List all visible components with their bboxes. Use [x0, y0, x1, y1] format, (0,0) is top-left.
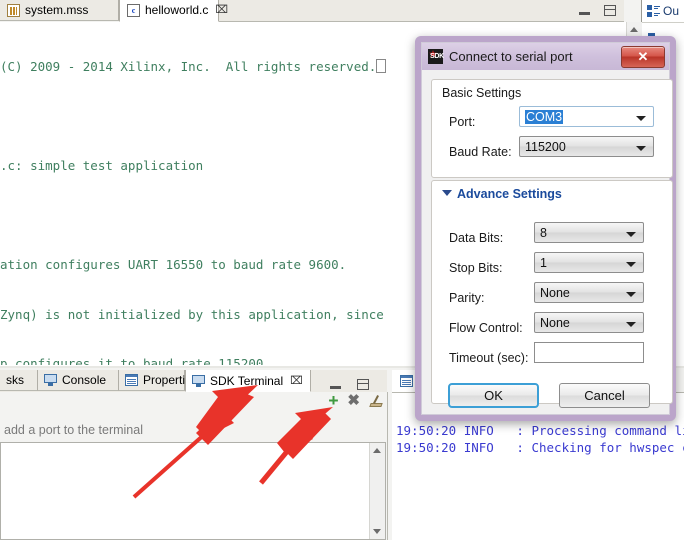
bottom-tab-console[interactable]: Console	[38, 370, 119, 391]
terminal-output-area[interactable]	[0, 442, 386, 540]
chevron-down-icon[interactable]	[626, 232, 636, 237]
chevron-down-icon[interactable]	[626, 292, 636, 297]
code-line: Zynq) is not initialized by this applica…	[0, 306, 384, 322]
minimize-icon[interactable]	[329, 383, 341, 389]
chevron-down-icon	[442, 190, 452, 196]
scroll-down-icon[interactable]	[373, 529, 381, 534]
bottom-tab-tasks[interactable]: sks	[0, 370, 38, 391]
console-log-line: 19:50:20 INFO : Checking for hwspec cha	[396, 439, 684, 455]
editor-window-controls	[571, 0, 624, 22]
code-line: p configures it to baud rate 115200	[0, 356, 264, 365]
chevron-down-icon[interactable]	[626, 262, 636, 267]
port-value: COM3	[525, 109, 564, 124]
timeout-label: Timeout (sec):	[449, 351, 529, 365]
parity-value: None	[540, 285, 570, 300]
bottom-tab-label: Console	[62, 373, 107, 387]
port-combo[interactable]: COM3	[519, 106, 654, 127]
code-line: ation configures UART 16550 to baud rate…	[0, 257, 347, 272]
sdk-workbench-window: system.mss c helloworld.c ⌧ Ou + (C) 200…	[0, 0, 684, 540]
parity-combo[interactable]: None	[534, 282, 644, 303]
new-terminal-connection-button[interactable]: +	[328, 392, 338, 409]
bottom-tab-close-icon[interactable]: ⌧	[290, 374, 303, 387]
scroll-up-icon[interactable]	[373, 448, 381, 453]
flow-control-combo[interactable]: None	[534, 312, 644, 333]
terminal-icon	[192, 374, 205, 387]
minimize-icon[interactable]	[579, 9, 590, 15]
terminal-toolbar: + ✖	[328, 392, 383, 409]
console-log-line: 19:50:20 INFO : Processing command line	[396, 423, 684, 438]
close-icon[interactable]: ✕	[621, 46, 665, 68]
data-bits-combo[interactable]: 8	[534, 222, 644, 243]
baud-rate-combo[interactable]: 115200	[519, 136, 654, 157]
chevron-down-icon[interactable]	[636, 116, 646, 121]
bottom-tab-sdk-terminal[interactable]: SDK Terminal ⌧	[185, 370, 311, 392]
mss-file-icon	[7, 3, 20, 17]
flow-control-value: None	[540, 315, 570, 330]
chevron-down-icon[interactable]	[636, 146, 646, 151]
stop-bits-label: Stop Bits:	[449, 261, 503, 275]
bottom-tab-bar: sks Console Properties SDK Terminal ⌧	[0, 370, 387, 396]
console-icon	[44, 374, 57, 386]
code-line: (C) 2009 - 2014 Xilinx, Inc. All rights …	[0, 59, 377, 74]
stop-bits-combo[interactable]: 1	[534, 252, 644, 273]
properties-icon	[125, 374, 138, 386]
cancel-button[interactable]: Cancel	[559, 383, 650, 408]
sdk-icon: SDK	[428, 49, 444, 64]
maximize-icon[interactable]	[356, 379, 369, 390]
maximize-icon[interactable]	[604, 5, 616, 16]
editor-tab-system-mss[interactable]: system.mss	[0, 0, 119, 21]
connect-to-serial-port-dialog: SDK Connect to serial port ✕ Basic Setti…	[415, 36, 676, 421]
terminal-hint-text: add a port to the terminal	[0, 419, 386, 441]
stop-bits-value: 1	[540, 255, 547, 270]
outline-tab-label: Ou	[663, 3, 680, 18]
editor-tab-close-icon[interactable]: ⌧	[215, 5, 228, 16]
scroll-up-icon[interactable]	[630, 27, 638, 32]
data-bits-value: 8	[540, 225, 547, 240]
text-caret	[376, 59, 387, 73]
c-file-icon: c	[127, 4, 140, 17]
ok-button[interactable]: OK	[448, 383, 539, 408]
outline-icon	[647, 4, 660, 17]
clear-terminal-button[interactable]	[369, 394, 383, 408]
code-line: .c: simple test application	[0, 158, 204, 173]
baud-rate-value: 115200	[525, 139, 566, 154]
data-bits-label: Data Bits:	[449, 231, 504, 245]
flow-control-label: Flow Control:	[449, 321, 523, 335]
timeout-input[interactable]	[534, 342, 644, 363]
outline-tab[interactable]: Ou	[642, 0, 684, 22]
parity-label: Parity:	[449, 291, 485, 305]
port-label: Port:	[449, 115, 476, 129]
editor-tab-helloworld-c[interactable]: c helloworld.c ⌧	[119, 0, 228, 22]
bottom-tab-label: sks	[6, 373, 24, 387]
basic-settings-legend: Basic Settings	[442, 86, 522, 100]
chevron-down-icon[interactable]	[626, 322, 636, 327]
baud-rate-label: Baud Rate:	[449, 145, 512, 159]
bottom-tab-properties[interactable]: Properties	[119, 370, 198, 391]
terminal-vertical-scrollbar[interactable]	[369, 443, 385, 539]
sdk-terminal-view: + ✖ add a port to the terminal	[0, 392, 388, 540]
dialog-title: Connect to serial port	[449, 49, 573, 64]
bottom-tab-label: SDK Terminal	[210, 373, 284, 388]
editor-tab-label: system.mss	[25, 2, 89, 17]
editor-tab-label: helloworld.c	[145, 3, 209, 17]
advance-settings-legend: Advance Settings	[457, 187, 562, 201]
editor-tab-bar: system.mss c helloworld.c ⌧	[0, 0, 684, 23]
console-log-icon	[399, 375, 413, 387]
advance-settings-toggle[interactable]: Advance Settings	[442, 187, 562, 201]
editor-tab-bar-filler	[219, 0, 588, 22]
dialog-body: SDK Connect to serial port ✕ Basic Setti…	[421, 42, 673, 415]
disconnect-terminal-button[interactable]: ✖	[347, 393, 360, 408]
